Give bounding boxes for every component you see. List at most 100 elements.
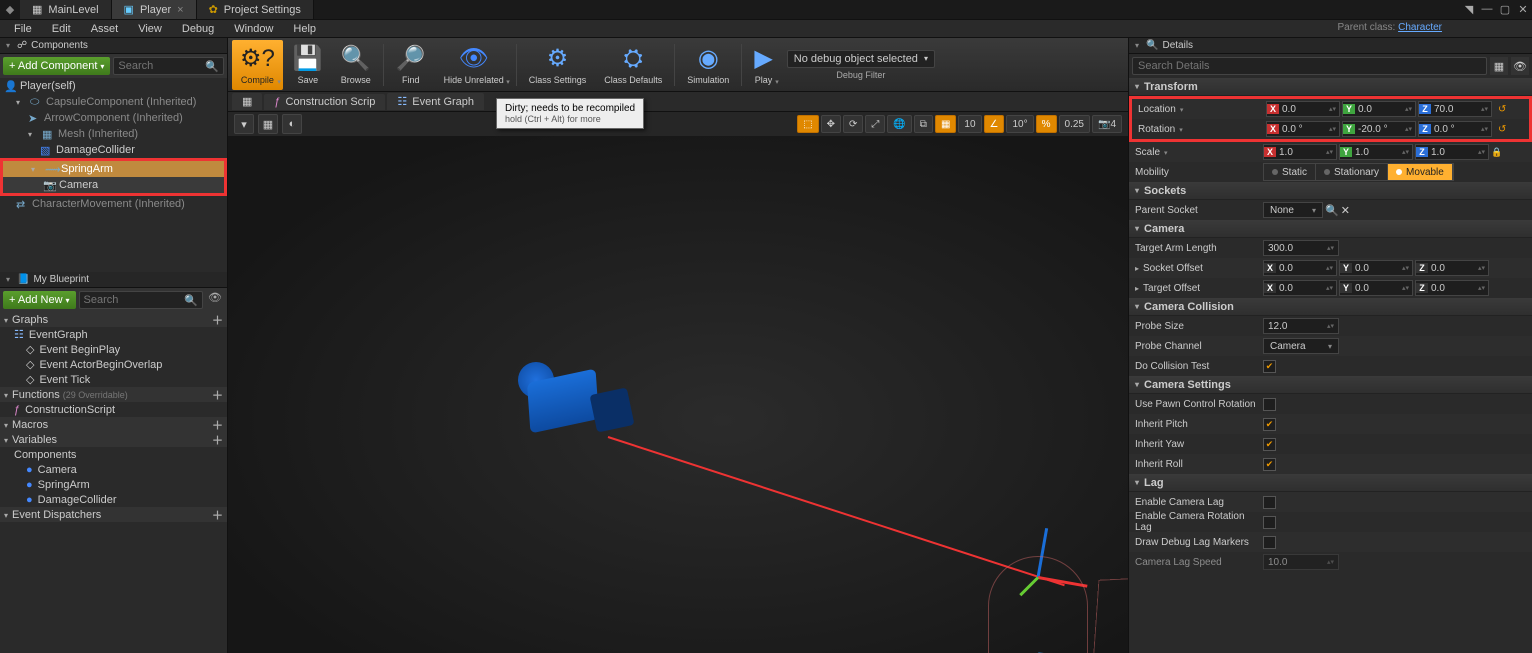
browse-button[interactable]: 🔍Browse: [333, 40, 379, 90]
debug-object-dropdown[interactable]: No debug object selected: [787, 50, 935, 68]
view-options-icon[interactable]: 👁: [1511, 57, 1529, 75]
components-panel-header[interactable]: ☍ Components: [0, 38, 227, 54]
menu-debug[interactable]: Debug: [172, 21, 224, 37]
tab-project-settings[interactable]: ✿ Project Settings: [197, 0, 314, 19]
add-variable-icon[interactable]: ＋: [212, 432, 223, 448]
mobility-movable[interactable]: Movable: [1388, 164, 1453, 180]
category-camera[interactable]: Camera: [1129, 220, 1532, 238]
window-dropdown-icon[interactable]: ◥: [1460, 0, 1478, 18]
inherit-roll-checkbox[interactable]: ✔: [1263, 458, 1276, 471]
scale-mode-button[interactable]: ⤢: [865, 115, 885, 133]
pick-socket-icon[interactable]: 🔍: [1325, 204, 1339, 217]
subtab-event-graph[interactable]: ☷Event Graph: [387, 93, 484, 110]
category-transform[interactable]: Transform: [1129, 78, 1532, 96]
section-event-dispatchers[interactable]: Event Dispatchers＋: [0, 507, 227, 522]
category-sockets[interactable]: Sockets: [1129, 182, 1532, 200]
section-macros[interactable]: Macros＋: [0, 417, 227, 432]
add-graph-icon[interactable]: ＋: [212, 312, 223, 328]
camera-lag-speed-field[interactable]: 10.0▴▾: [1263, 554, 1339, 570]
translate-mode-button[interactable]: ✥: [821, 115, 841, 133]
class-defaults-button[interactable]: ⛭Class Defaults: [596, 40, 670, 90]
menu-view[interactable]: View: [128, 21, 172, 37]
my-blueprint-header[interactable]: 📘 My Blueprint: [0, 272, 227, 288]
enable-camera-lag-checkbox[interactable]: [1263, 496, 1276, 509]
component-capsule[interactable]: ⬭ CapsuleComponent (Inherited): [0, 94, 227, 110]
menu-help[interactable]: Help: [283, 21, 326, 37]
minimize-icon[interactable]: —: [1478, 0, 1496, 18]
compile-button[interactable]: ⚙? Compile: [232, 40, 283, 90]
add-component-button[interactable]: + Add Component: [3, 57, 110, 75]
inherit-pitch-checkbox[interactable]: ✔: [1263, 418, 1276, 431]
surface-snap-button[interactable]: ⧉: [914, 115, 933, 133]
tab-mainlevel[interactable]: ▦ MainLevel: [20, 0, 112, 19]
component-arrow[interactable]: ➤ ArrowComponent (Inherited): [0, 110, 227, 126]
close-icon[interactable]: ×: [177, 4, 183, 16]
close-window-icon[interactable]: ✕: [1514, 0, 1532, 18]
category-camera-collision[interactable]: Camera Collision: [1129, 298, 1532, 316]
angle-snap-toggle[interactable]: ∠: [984, 115, 1005, 133]
lock-scale-icon[interactable]: 🔒: [1491, 147, 1502, 158]
viewmode-button[interactable]: ◐: [282, 114, 302, 134]
component-player-self[interactable]: 👤 Player(self): [0, 78, 227, 94]
function-construction-script[interactable]: ƒConstructionScript: [0, 402, 227, 417]
scale-snap-toggle[interactable]: %: [1036, 115, 1057, 133]
add-new-button[interactable]: + Add New: [3, 291, 76, 309]
add-macro-icon[interactable]: ＋: [212, 417, 223, 433]
event-tick[interactable]: ◇Event Tick: [0, 372, 227, 387]
section-functions[interactable]: Functions (29 Overridable) ＋: [0, 387, 227, 402]
select-mode-button[interactable]: ⬚: [797, 115, 818, 133]
event-actoroverlap[interactable]: ◇Event ActorBeginOverlap: [0, 357, 227, 372]
do-collision-checkbox[interactable]: ✔: [1263, 360, 1276, 373]
view-options-icon[interactable]: 👁: [206, 291, 224, 309]
probe-channel-dropdown[interactable]: Camera: [1263, 338, 1339, 354]
variable-springarm[interactable]: ●SpringArm: [0, 477, 227, 492]
reset-location-icon[interactable]: ↺: [1498, 104, 1506, 115]
transform-rotation-field[interactable]: X0.0 °▴▾ Y-20.0 °▴▾ Z0.0 °▴▾ ↺: [1266, 121, 1523, 137]
section-variables[interactable]: Variables＋: [0, 432, 227, 447]
add-function-icon[interactable]: ＋: [212, 387, 223, 403]
parent-socket-field[interactable]: None: [1263, 202, 1323, 218]
graph-eventgraph[interactable]: ☷EventGraph: [0, 327, 227, 342]
mobility-static[interactable]: Static: [1264, 164, 1316, 180]
reset-rotation-icon[interactable]: ↺: [1498, 124, 1506, 135]
variable-camera[interactable]: ●Camera: [0, 462, 227, 477]
event-beginplay[interactable]: ◇Event BeginPlay: [0, 342, 227, 357]
clear-socket-icon[interactable]: ✕: [1341, 204, 1350, 217]
save-button[interactable]: 💾Save: [285, 40, 331, 90]
subtab-viewport[interactable]: ▦: [232, 93, 262, 110]
category-lag[interactable]: Lag: [1129, 474, 1532, 492]
use-pawn-control-checkbox[interactable]: [1263, 398, 1276, 411]
hide-unrelated-button[interactable]: 👁Hide Unrelated: [436, 40, 512, 90]
grid-snap-toggle[interactable]: ▦: [935, 115, 956, 133]
probe-size-field[interactable]: 12.0▴▾: [1263, 318, 1339, 334]
viewport-3d[interactable]: [228, 136, 1128, 653]
viewport-options-button[interactable]: ▾: [234, 114, 254, 134]
grid-snap-value[interactable]: 10: [958, 115, 981, 133]
maximize-icon[interactable]: ▢: [1496, 0, 1514, 18]
coord-space-button[interactable]: 🌐: [887, 115, 911, 133]
variable-damagecollider[interactable]: ●DamageCollider: [0, 492, 227, 507]
menu-window[interactable]: Window: [224, 21, 283, 37]
target-offset-field[interactable]: X0.0▴▾ Y0.0▴▾ Z0.0▴▾: [1263, 280, 1526, 296]
add-dispatcher-icon[interactable]: ＋: [212, 507, 223, 523]
components-search-input[interactable]: 🔍: [113, 57, 224, 75]
angle-snap-value[interactable]: 10°: [1006, 115, 1033, 133]
enable-rotation-lag-checkbox[interactable]: [1263, 516, 1276, 529]
transform-scale-field[interactable]: X1.0▴▾ Y1.0▴▾ Z1.0▴▾ 🔒: [1263, 144, 1526, 160]
menu-file[interactable]: File: [4, 21, 42, 37]
component-damage-collider[interactable]: ▧ DamageCollider: [0, 142, 227, 158]
component-character-movement[interactable]: ⇄ CharacterMovement (Inherited): [0, 196, 227, 212]
find-button[interactable]: 🔎Find: [388, 40, 434, 90]
target-arm-length-field[interactable]: 300.0▴▾: [1263, 240, 1339, 256]
perspective-button[interactable]: ▦: [258, 114, 278, 134]
simulation-button[interactable]: ◉Simulation: [679, 40, 737, 90]
mobility-selector[interactable]: Static Stationary Movable: [1263, 163, 1454, 181]
socket-offset-field[interactable]: X0.0▴▾ Y0.0▴▾ Z0.0▴▾: [1263, 260, 1526, 276]
mobility-stationary[interactable]: Stationary: [1316, 164, 1388, 180]
property-matrix-icon[interactable]: ▦: [1490, 57, 1508, 75]
details-search-input[interactable]: [1132, 57, 1487, 75]
my-blueprint-search-input[interactable]: 🔍: [79, 291, 203, 309]
component-springarm[interactable]: ⟿ SpringArm: [3, 161, 224, 177]
parent-class-link[interactable]: Character: [1398, 22, 1442, 33]
component-camera[interactable]: 📷 Camera: [3, 177, 224, 193]
